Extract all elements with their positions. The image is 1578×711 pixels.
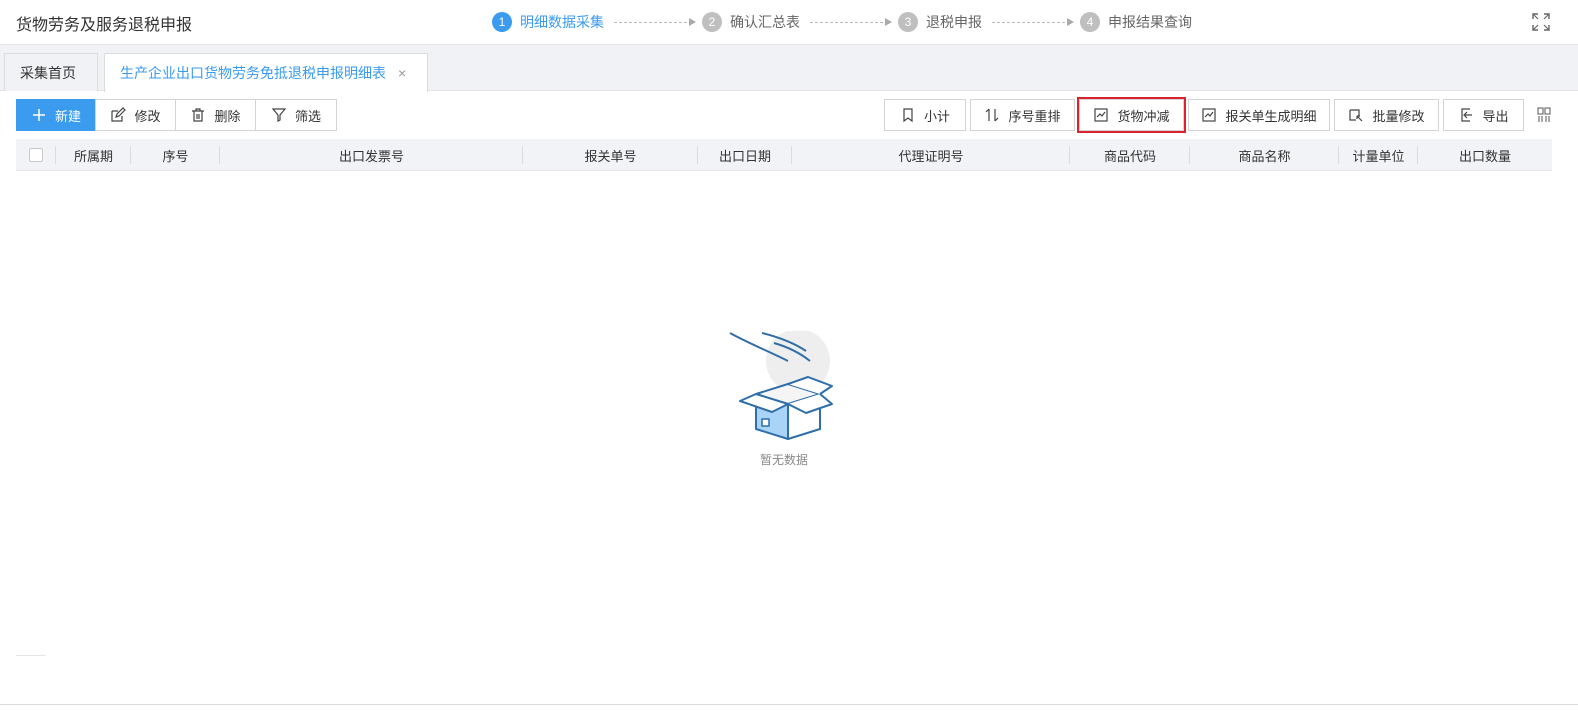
step-label: 明细数据采集 <box>520 14 604 30</box>
column-header[interactable]: 出口发票号 <box>220 139 523 171</box>
chart-icon <box>1094 108 1109 122</box>
step-arrow <box>992 17 1074 26</box>
column-header[interactable]: 计量单位 <box>1339 139 1418 171</box>
subtotal-button[interactable]: 小计 <box>884 99 966 131</box>
column-header[interactable]: 出口日期 <box>698 139 792 171</box>
bookmark-icon <box>903 108 913 123</box>
step-number: 4 <box>1080 12 1100 32</box>
column-header[interactable]: 代理证明号 <box>792 139 1070 171</box>
empty-box-icon <box>729 331 833 440</box>
step-1[interactable]: 1 明细数据采集 <box>492 12 604 32</box>
empty-state-text: 暂无数据 <box>759 453 808 467</box>
export-icon <box>1461 108 1473 122</box>
column-settings-icon[interactable] <box>1537 107 1551 123</box>
batch-edit-icon <box>1349 109 1363 122</box>
tab-bar: 采集首页 生产企业出口货物劳务免抵退税申报明细表 × <box>0 45 1578 92</box>
goods-offset-button[interactable]: 货物冲减 <box>1077 97 1186 133</box>
step-label: 申报结果查询 <box>1108 14 1192 30</box>
chart-icon <box>1202 108 1217 122</box>
column-header[interactable]: 序号 <box>131 139 220 171</box>
header-bar: 货物劳务及服务退税申报 1 明细数据采集 2 确认汇总表 3 退税申报 4 申报… <box>0 0 1578 45</box>
filter-icon <box>271 108 287 122</box>
trash-icon <box>192 108 205 122</box>
column-header[interactable]: 商品名称 <box>1190 139 1339 171</box>
table-header: 所属期 序号 出口发票号 报关单号 出口日期 代理证明号 商品代码 商品名称 计… <box>16 139 1552 171</box>
tab-label: 采集首页 <box>20 64 76 81</box>
edit-icon <box>111 107 127 122</box>
expand-icon[interactable] <box>1532 13 1550 31</box>
step-number: 2 <box>702 12 722 32</box>
button-label: 新建 <box>54 108 81 124</box>
edit-button[interactable]: 修改 <box>95 99 176 131</box>
generate-detail-button[interactable]: 报关单生成明细 <box>1188 99 1330 131</box>
tab-detail-form[interactable]: 生产企业出口货物劳务免抵退税申报明细表 × <box>104 53 428 92</box>
step-arrow <box>614 17 696 26</box>
step-number: 1 <box>492 12 512 32</box>
step-arrow <box>810 17 892 26</box>
select-all-cell <box>16 139 56 171</box>
column-header[interactable]: 出口数量 <box>1418 139 1552 171</box>
select-all-checkbox[interactable] <box>29 148 43 162</box>
sort-icon <box>986 108 999 122</box>
button-label: 小计 <box>923 108 950 124</box>
button-label: 报关单生成明细 <box>1225 108 1317 124</box>
column-header[interactable]: 商品代码 <box>1070 139 1190 171</box>
close-icon[interactable]: × <box>398 65 406 81</box>
export-button[interactable]: 导出 <box>1443 99 1524 131</box>
step-2[interactable]: 2 确认汇总表 <box>702 12 800 32</box>
new-button[interactable]: 新建 <box>16 99 96 131</box>
button-label: 序号重排 <box>1008 108 1061 124</box>
step-4[interactable]: 4 申报结果查询 <box>1080 12 1192 32</box>
button-label: 导出 <box>1482 108 1509 124</box>
button-label: 批量修改 <box>1372 108 1425 124</box>
step-indicator: 1 明细数据采集 2 确认汇总表 3 退税申报 4 申报结果查询 <box>492 11 1192 33</box>
step-label: 退税申报 <box>926 14 982 30</box>
divider <box>16 655 46 656</box>
plus-icon <box>32 109 45 121</box>
button-label: 筛选 <box>294 108 321 124</box>
batch-edit-button[interactable]: 批量修改 <box>1334 99 1439 131</box>
button-label: 修改 <box>134 108 161 124</box>
step-3[interactable]: 3 退税申报 <box>898 12 982 32</box>
divider <box>0 704 1578 705</box>
reorder-button[interactable]: 序号重排 <box>970 99 1075 131</box>
table-body: 暂无数据 <box>16 171 1552 656</box>
delete-button[interactable]: 删除 <box>175 99 256 131</box>
step-number: 3 <box>898 12 918 32</box>
app-title: 货物劳务及服务退税申报 <box>16 17 193 34</box>
column-header[interactable]: 报关单号 <box>523 139 698 171</box>
tab-label: 生产企业出口货物劳务免抵退税申报明细表 <box>120 65 386 81</box>
step-label: 确认汇总表 <box>730 14 800 30</box>
tab-home[interactable]: 采集首页 <box>4 53 98 91</box>
filter-button[interactable]: 筛选 <box>255 99 337 131</box>
column-header[interactable]: 所属期 <box>56 139 131 171</box>
button-label: 货物冲减 <box>1117 108 1170 124</box>
button-label: 删除 <box>214 108 241 124</box>
